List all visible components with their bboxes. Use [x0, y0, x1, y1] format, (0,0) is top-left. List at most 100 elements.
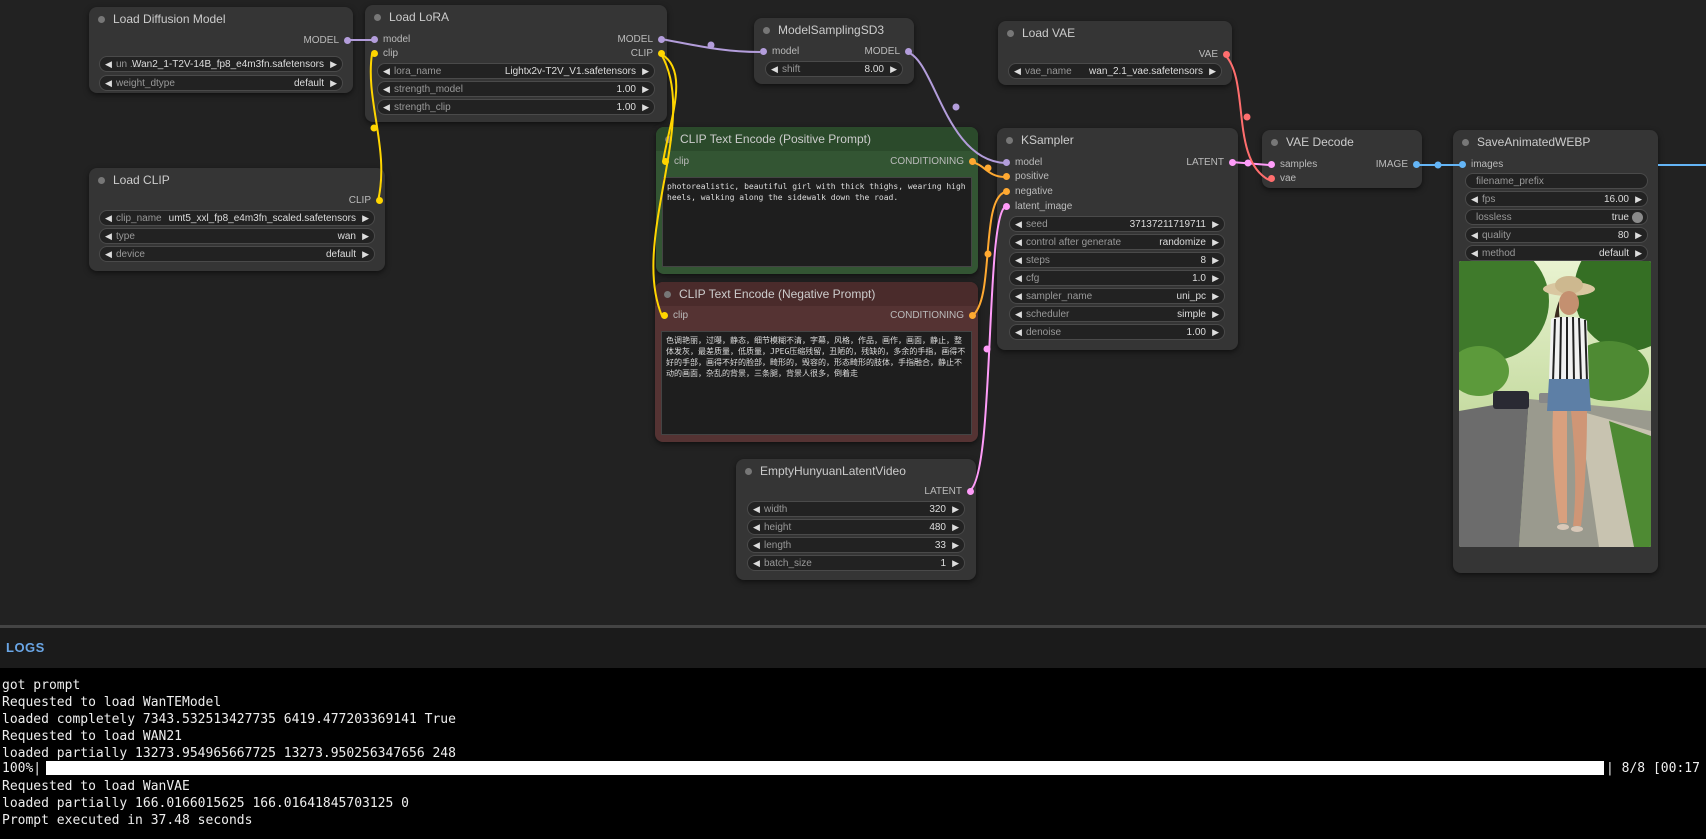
arrow-right-icon[interactable]: ▶: [362, 229, 369, 244]
input-slot-clip[interactable]: clip: [369, 47, 398, 61]
widget-weight-dtype[interactable]: ◀ weight_dtype default ▶: [99, 75, 343, 91]
pin-icon[interactable]: [1459, 161, 1466, 168]
arrow-right-icon[interactable]: ▶: [1635, 228, 1642, 243]
output-slot-clip[interactable]: CLIP: [349, 194, 385, 208]
widget-strength-model[interactable]: ◀ strength_model 1.00 ▶: [377, 81, 655, 97]
pin-icon[interactable]: [661, 312, 668, 319]
arrow-right-icon[interactable]: ▶: [1212, 325, 1219, 340]
widget-scheduler[interactable]: ◀ scheduler simple ▶: [1009, 306, 1225, 322]
pin-icon[interactable]: [371, 50, 378, 57]
widget-vae-name[interactable]: ◀ vae_name wan_2.1_vae.safetensors ▶: [1008, 63, 1222, 79]
arrow-right-icon[interactable]: ▶: [642, 82, 649, 97]
arrow-right-icon[interactable]: ▶: [1212, 217, 1219, 232]
widget-steps[interactable]: ◀ steps 8 ▶: [1009, 252, 1225, 268]
pin-icon[interactable]: [662, 158, 669, 165]
widget-lora-name[interactable]: ◀ lora_name Lightx2v-T2V_V1.safetensors ▶: [377, 63, 655, 79]
pin-icon[interactable]: [967, 488, 974, 495]
arrow-right-icon[interactable]: ▶: [952, 538, 959, 553]
widget-unet-name[interactable]: ◀ un ... Wan2_1-T2V-14B_fp8_e4m3fn.safeten…: [99, 56, 343, 72]
output-slot-image[interactable]: IMAGE: [1376, 158, 1422, 172]
input-slot-latent-image[interactable]: latent_image: [1001, 200, 1072, 214]
node-load-vae[interactable]: Load VAE VAE ◀ vae_name wan_2.1_vae.safete…: [998, 21, 1232, 85]
arrow-left-icon[interactable]: ◀: [1015, 325, 1022, 340]
input-slot-clip[interactable]: clip: [660, 155, 689, 169]
arrow-right-icon[interactable]: ▶: [362, 247, 369, 262]
prompt-textarea[interactable]: photorealistic, beautiful girl with thic…: [662, 177, 972, 267]
arrow-left-icon[interactable]: ◀: [1471, 228, 1478, 243]
arrow-left-icon[interactable]: ◀: [753, 520, 760, 535]
widget-clip-type[interactable]: ◀ type wan ▶: [99, 228, 375, 244]
arrow-left-icon[interactable]: ◀: [105, 211, 112, 226]
input-slot-vae[interactable]: vae: [1266, 172, 1296, 186]
arrow-left-icon[interactable]: ◀: [383, 64, 390, 79]
collapse-dot-icon[interactable]: [745, 468, 752, 475]
output-slot-latent[interactable]: LATENT: [1186, 156, 1238, 170]
output-slot-latent[interactable]: LATENT: [924, 485, 976, 499]
widget-clip-name[interactable]: ◀ clip_name umt5_xxl_fp8_e4m3fn_scaled.saf…: [99, 210, 375, 226]
widget-cfg[interactable]: ◀ cfg 1.0 ▶: [1009, 270, 1225, 286]
output-slot-conditioning[interactable]: CONDITIONING: [890, 155, 978, 169]
widget-sampler-name[interactable]: ◀ sampler_name uni_pc ▶: [1009, 288, 1225, 304]
arrow-left-icon[interactable]: ◀: [1015, 235, 1022, 250]
prompt-textarea[interactable]: 色调艳丽，过曝，静态，细节模糊不清，字幕，风格，作品，画作，画面，静止，整体发灰…: [661, 331, 972, 435]
logs-tab[interactable]: LOGS: [6, 640, 45, 655]
arrow-right-icon[interactable]: ▶: [362, 211, 369, 226]
arrow-right-icon[interactable]: ▶: [330, 76, 337, 91]
arrow-left-icon[interactable]: ◀: [753, 556, 760, 571]
arrow-right-icon[interactable]: ▶: [1635, 192, 1642, 207]
node-save-animated-webp[interactable]: SaveAnimatedWEBP images filename_prefix …: [1453, 130, 1658, 573]
arrow-left-icon[interactable]: ◀: [753, 538, 760, 553]
widget-strength-clip[interactable]: ◀ strength_clip 1.00 ▶: [377, 99, 655, 115]
widget-denoise[interactable]: ◀ denoise 1.00 ▶: [1009, 324, 1225, 340]
input-slot-positive[interactable]: positive: [1001, 170, 1049, 184]
widget-seed[interactable]: ◀ seed 37137211719711 ▶: [1009, 216, 1225, 232]
widget-quality[interactable]: ◀ quality 80 ▶: [1465, 227, 1648, 243]
output-preview-image[interactable]: [1459, 261, 1651, 547]
node-load-lora[interactable]: Load LoRA model clip MODEL CLIP ◀ lora_na…: [365, 5, 667, 122]
output-slot-conditioning[interactable]: CONDITIONING: [890, 309, 978, 323]
node-empty-hunyuan-latent-video[interactable]: EmptyHunyuanLatentVideo LATENT ◀ width 320…: [736, 459, 976, 580]
collapse-dot-icon[interactable]: [1007, 30, 1014, 37]
node-vae-decode[interactable]: VAE Decode samples vae IMAGE: [1262, 130, 1422, 188]
logs-console[interactable]: got prompt Requested to load WanTEModel …: [0, 668, 1706, 839]
input-slot-model[interactable]: model: [758, 45, 799, 59]
arrow-left-icon[interactable]: ◀: [383, 100, 390, 115]
arrow-left-icon[interactable]: ◀: [1015, 271, 1022, 286]
pin-icon[interactable]: [1003, 188, 1010, 195]
arrow-right-icon[interactable]: ▶: [952, 556, 959, 571]
arrow-right-icon[interactable]: ▶: [1212, 271, 1219, 286]
input-slot-negative[interactable]: negative: [1001, 185, 1053, 199]
collapse-dot-icon[interactable]: [664, 291, 671, 298]
widget-height[interactable]: ◀ height 480 ▶: [747, 519, 965, 535]
arrow-right-icon[interactable]: ▶: [1635, 246, 1642, 261]
arrow-right-icon[interactable]: ▶: [890, 62, 897, 77]
pin-icon[interactable]: [1413, 161, 1420, 168]
arrow-left-icon[interactable]: ◀: [105, 229, 112, 244]
arrow-left-icon[interactable]: ◀: [1015, 217, 1022, 232]
arrow-left-icon[interactable]: ◀: [1471, 192, 1478, 207]
widget-shift[interactable]: ◀ shift 8.00 ▶: [765, 61, 903, 77]
widget-fps[interactable]: ◀ fps 16.00 ▶: [1465, 191, 1648, 207]
arrow-left-icon[interactable]: ◀: [105, 247, 112, 262]
output-slot-clip[interactable]: CLIP: [631, 47, 667, 61]
node-load-diffusion-model[interactable]: Load Diffusion Model MODEL ◀ un ... Wan2_1…: [89, 7, 353, 93]
output-slot-model[interactable]: MODEL: [303, 34, 353, 48]
arrow-left-icon[interactable]: ◀: [105, 57, 112, 72]
arrow-left-icon[interactable]: ◀: [1014, 64, 1021, 79]
widget-method[interactable]: ◀ method default ▶: [1465, 245, 1648, 261]
arrow-right-icon[interactable]: ▶: [1212, 289, 1219, 304]
widget-device[interactable]: ◀ device default ▶: [99, 246, 375, 262]
arrow-left-icon[interactable]: ◀: [771, 62, 778, 77]
collapse-dot-icon[interactable]: [763, 27, 770, 34]
pin-icon[interactable]: [1003, 203, 1010, 210]
arrow-left-icon[interactable]: ◀: [383, 82, 390, 97]
input-slot-clip[interactable]: clip: [659, 309, 688, 323]
arrow-right-icon[interactable]: ▶: [1212, 235, 1219, 250]
pin-icon[interactable]: [1268, 161, 1275, 168]
collapse-dot-icon[interactable]: [98, 16, 105, 23]
widget-width[interactable]: ◀ width 320 ▶: [747, 501, 965, 517]
arrow-right-icon[interactable]: ▶: [952, 520, 959, 535]
arrow-left-icon[interactable]: ◀: [1015, 289, 1022, 304]
node-load-clip[interactable]: Load CLIP CLIP ◀ clip_name umt5_xxl_fp8_e4…: [89, 168, 385, 271]
arrow-right-icon[interactable]: ▶: [330, 57, 337, 72]
